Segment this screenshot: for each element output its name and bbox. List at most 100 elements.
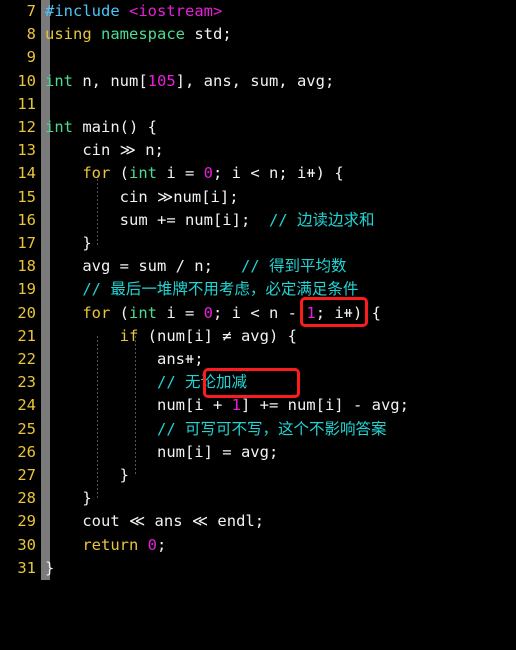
token-number-105: 105 bbox=[147, 71, 176, 90]
token-type-int: int bbox=[129, 303, 157, 322]
code-line[interactable]: 28 } bbox=[0, 487, 516, 510]
token-comment: // 无论加减 bbox=[156, 373, 247, 392]
line-number: 17 bbox=[17, 234, 36, 252]
line-content[interactable]: sum += num[i]; // 边读边求和 bbox=[45, 209, 375, 232]
code-line[interactable]: 24 num[i + 1] += num[i] - avg; bbox=[0, 394, 516, 417]
line-number: 29 bbox=[17, 512, 36, 531]
line-content[interactable]: } bbox=[45, 232, 91, 255]
code-line[interactable]: 19 // 最后一堆牌不用考虑，必定满足条件 bbox=[0, 278, 516, 301]
line-content[interactable]: cout ≪ ans ≪ endl; bbox=[45, 510, 264, 533]
line-content[interactable]: cin ≫ n; bbox=[45, 139, 164, 162]
code-line[interactable]: 23 // 无论加减 bbox=[0, 371, 516, 394]
token-number-zero: 0 bbox=[203, 164, 214, 183]
line-number: 16 bbox=[17, 210, 36, 229]
code-line[interactable]: 18 avg = sum / n; // 得到平均数 bbox=[0, 255, 516, 278]
code-line[interactable]: 16 sum += num[i]; // 边读边求和 bbox=[0, 209, 516, 232]
line-number: 31 bbox=[17, 558, 36, 577]
code-line[interactable]: 11 bbox=[0, 93, 516, 116]
line-number: 7 bbox=[26, 2, 36, 20]
line-content[interactable]: } bbox=[45, 464, 129, 487]
token-cond-incr: ; i < n; i⧺) { bbox=[213, 164, 344, 183]
token-number-zero: 0 bbox=[203, 303, 214, 322]
line-content[interactable]: ans⧺; bbox=[45, 348, 204, 371]
token-keyword-namespace: namespace bbox=[101, 25, 186, 44]
line-content[interactable]: if (num[i] ≠ avg) { bbox=[45, 325, 297, 348]
line-content[interactable]: avg = sum / n; // 得到平均数 bbox=[45, 255, 346, 278]
token-type-int: int bbox=[129, 164, 157, 183]
code-line[interactable]: 7 #include <iostream> bbox=[0, 0, 516, 23]
token-semicolon: ; bbox=[157, 535, 167, 554]
code-line[interactable]: 22 ans⧺; bbox=[0, 348, 516, 371]
code-line[interactable]: 17 } bbox=[0, 232, 516, 255]
token-main-signature: main() { bbox=[73, 118, 157, 136]
code-line[interactable]: 25 // 可写可不写，这个不影响答案 bbox=[0, 418, 516, 441]
line-content[interactable]: } bbox=[45, 487, 91, 510]
line-content[interactable]: num[i + 1] += num[i] - avg; bbox=[45, 394, 409, 417]
code-line[interactable]: 15 cin ≫num[i]; bbox=[0, 186, 516, 209]
line-content[interactable]: // 最后一堆牌不用考虑，必定满足条件 bbox=[45, 278, 358, 301]
code-line[interactable]: 30 return 0; bbox=[0, 534, 516, 557]
token-comment: // 边读边求和 bbox=[268, 210, 375, 229]
code-line[interactable]: 21 if (num[i] ≠ avg) { bbox=[0, 325, 516, 348]
line-number: 12 bbox=[17, 118, 36, 136]
line-content[interactable]: for (int i = 0; i < n - 1; i⧺) { bbox=[45, 302, 381, 325]
code-line[interactable]: 29 cout ≪ ans ≪ endl; bbox=[0, 510, 516, 533]
line-content[interactable]: return 0; bbox=[45, 534, 166, 557]
token-paren-open: ( bbox=[110, 164, 129, 183]
line-content[interactable]: cin ≫num[i]; bbox=[45, 186, 239, 209]
token-statement: sum += num[i]; bbox=[45, 210, 269, 229]
token-type-int: int bbox=[45, 71, 73, 90]
token-keyword-if: if bbox=[119, 326, 139, 345]
token-statement-a: num[i + bbox=[45, 396, 232, 415]
code-line[interactable]: 8 using namespace std; bbox=[0, 23, 516, 46]
line-content[interactable]: // 无论加减 bbox=[45, 371, 247, 394]
token-number-zero: 0 bbox=[147, 535, 158, 554]
token-comment: // 得到平均数 bbox=[240, 257, 347, 276]
line-number: 20 bbox=[17, 303, 36, 322]
line-number: 23 bbox=[17, 373, 36, 392]
line-content[interactable]: } bbox=[45, 557, 54, 580]
code-line[interactable]: 20 for (int i = 0; i < n - 1; i⧺) { bbox=[0, 302, 516, 325]
token-type-int: int bbox=[45, 118, 73, 136]
code-line[interactable]: 31 } bbox=[0, 557, 516, 580]
line-number: 18 bbox=[17, 257, 36, 276]
line-number: 26 bbox=[17, 442, 36, 461]
line-content[interactable]: int n, num[105], ans, sum, avg; bbox=[45, 70, 334, 93]
code-line[interactable]: 9 bbox=[0, 46, 516, 69]
line-number: 15 bbox=[17, 187, 36, 206]
line-number: 30 bbox=[17, 535, 36, 554]
token-init: i = bbox=[157, 164, 204, 183]
code-editor[interactable]: 7 #include <iostream> 8 using namespace … bbox=[0, 0, 516, 580]
line-content[interactable]: int main() { bbox=[45, 116, 157, 139]
token-keyword-for: for bbox=[82, 164, 111, 183]
token-keyword-for: for bbox=[82, 303, 111, 322]
token-paren-open: ( bbox=[110, 303, 129, 322]
token-increment: ; i⧺) { bbox=[315, 303, 382, 322]
line-content[interactable]: #include <iostream> bbox=[45, 0, 222, 23]
code-line[interactable]: 26 num[i] = avg; bbox=[0, 441, 516, 464]
line-number: 27 bbox=[17, 466, 36, 484]
code-line-list[interactable]: 7 #include <iostream> 8 using namespace … bbox=[0, 0, 516, 580]
token-keyword-return: return bbox=[82, 535, 139, 554]
code-line[interactable]: 12 int main() { bbox=[0, 116, 516, 139]
token-identifier-std: std; bbox=[185, 25, 232, 44]
line-number: 19 bbox=[17, 280, 36, 299]
line-number: 9 bbox=[26, 48, 36, 67]
line-content[interactable]: num[i] = avg; bbox=[45, 441, 278, 464]
token-condition: ; i < n - bbox=[213, 303, 307, 322]
code-line[interactable]: 27 } bbox=[0, 464, 516, 487]
token-declarators-a: n, num[ bbox=[73, 71, 148, 90]
line-content[interactable]: for (int i = 0; i < n; i⧺) { bbox=[45, 162, 344, 185]
code-line[interactable]: 10 int n, num[105], ans, sum, avg; bbox=[0, 70, 516, 93]
token-keyword-using: using bbox=[45, 25, 92, 44]
line-content[interactable]: using namespace std; bbox=[45, 23, 232, 46]
code-line[interactable]: 13 cin ≫ n; bbox=[0, 139, 516, 162]
line-content[interactable]: // 可写可不写，这个不影响答案 bbox=[45, 418, 387, 441]
code-line[interactable]: 14 for (int i = 0; i < n; i⧺) { bbox=[0, 162, 516, 185]
